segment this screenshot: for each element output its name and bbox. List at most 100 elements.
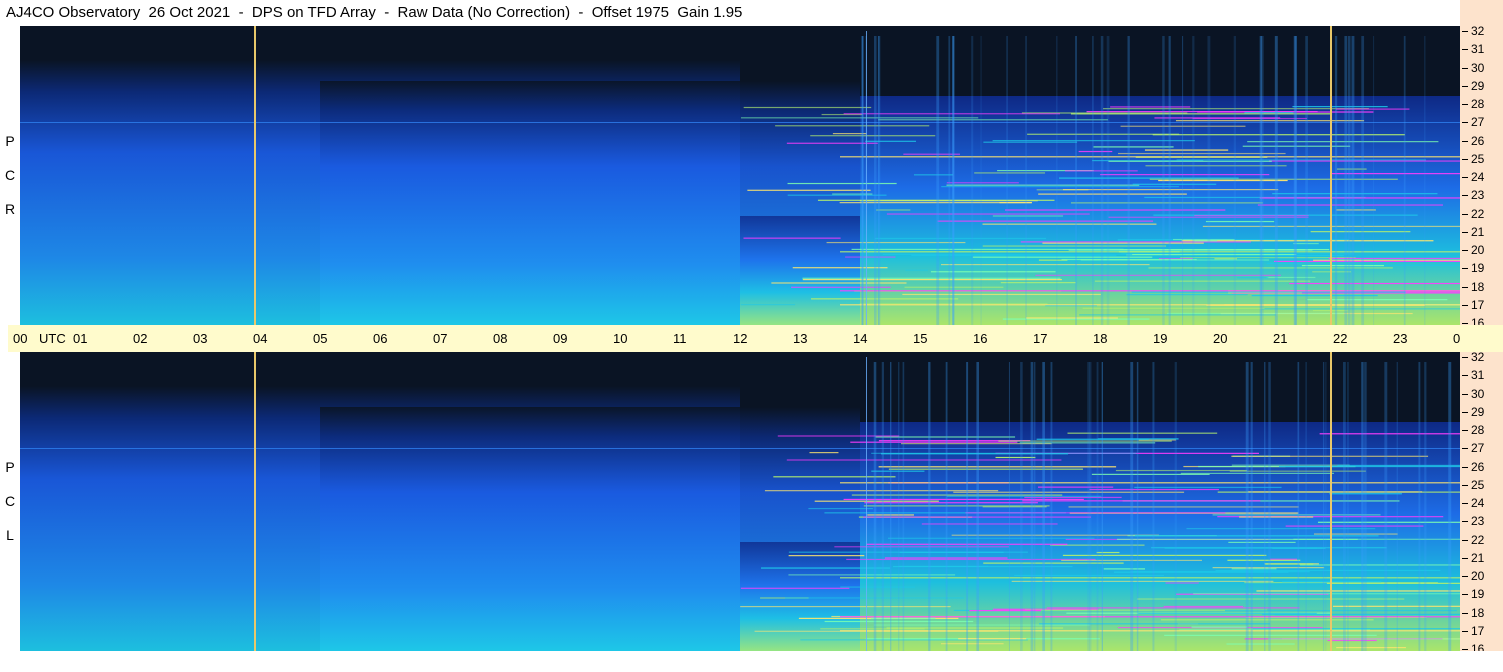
rcp-freq-tick [1462, 250, 1468, 251]
lcp-spectrogram[interactable] [20, 352, 1460, 651]
rcp-freq-label: 32 [1471, 24, 1485, 38]
rcp-freq-label: 31 [1471, 42, 1485, 57]
lcp-frequency-scale: 32 31 30 29 28 27 26 25 24 23 22 21 20 19 18 17 16 [1460, 351, 1503, 655]
rcp-freq-label: 23 [1471, 188, 1485, 203]
time-hour-label: 07 [433, 331, 448, 346]
rcp-freq-tick [1462, 140, 1468, 142]
lcp-freq-tick [1462, 448, 1468, 450]
rcp-freq-label: 27 [1471, 115, 1485, 130]
rcp-freq-label: 30 [1471, 60, 1485, 75]
time-hour-label: 06 [373, 331, 388, 346]
time-hour-label: 08 [493, 331, 508, 346]
lcp-freq-label: 19 [1471, 587, 1485, 602]
lcp-freq-tick [1462, 630, 1468, 632]
time-hour-label: 15 [913, 331, 928, 346]
lcp-freq-tick [1462, 503, 1468, 504]
time-hour-label: 03 [193, 331, 208, 346]
rcp-freq-tick [1462, 49, 1468, 51]
lcp-freq-label: 24 [1471, 496, 1485, 510]
bottom-margin [0, 651, 1503, 672]
lcp-letter-l: L [6, 527, 14, 543]
time-hour-label: 20 [1213, 331, 1228, 346]
lcp-freq-label: 26 [1471, 459, 1485, 474]
time-hour-label: 04 [253, 331, 268, 346]
rcp-frequency-scale: 32 31 30 29 28 27 26 25 24 23 22 21 20 19 18 17 16 [1460, 24, 1503, 329]
lcp-freq-tick [1462, 576, 1468, 577]
rcp-freq-tick [1462, 231, 1468, 233]
lcp-freq-tick [1462, 357, 1468, 358]
rcp-freq-tick [1462, 213, 1468, 215]
time-hour-label: 14 [853, 331, 868, 346]
lcp-spectrogram-image [20, 352, 1460, 651]
rcp-freq-label: 20 [1471, 243, 1485, 257]
time-hour-label: 19 [1153, 331, 1168, 346]
rcp-letter-p: P [5, 133, 15, 149]
time-hour-label: 11 [673, 331, 687, 346]
time-axis-end [1460, 325, 1503, 352]
rcp-freq-tick [1462, 323, 1468, 324]
lcp-freq-label: 18 [1471, 605, 1485, 620]
lcp-freq-label: 23 [1471, 514, 1485, 529]
scale-corner [1460, 0, 1503, 26]
rcp-freq-label: 29 [1471, 78, 1485, 93]
time-hour-label: 10 [613, 331, 628, 346]
rcp-freq-tick [1462, 158, 1468, 160]
rcp-freq-tick [1462, 177, 1468, 178]
lcp-freq-tick [1462, 411, 1468, 413]
time-hour-label: 23 [1393, 331, 1408, 346]
rcp-freq-tick [1462, 122, 1468, 124]
time-hour-label: 13 [793, 331, 808, 346]
rcp-freq-label: 22 [1471, 206, 1485, 221]
lcp-letter-p: P [5, 459, 15, 475]
rcp-freq-tick [1462, 195, 1468, 197]
lcp-freq-label: 22 [1471, 532, 1485, 547]
page-title: AJ4CO Observatory 26 Oct 2021 - DPS on T… [6, 4, 743, 21]
lcp-label: P C L [0, 352, 20, 651]
rcp-freq-label: 17 [1471, 297, 1485, 312]
lcp-freq-tick [1462, 649, 1468, 650]
rcp-freq-tick [1462, 67, 1468, 69]
lcp-freq-tick [1462, 430, 1468, 431]
time-hour-label: 17 [1033, 331, 1048, 346]
time-hour-label: 12 [733, 331, 748, 346]
rcp-freq-label: 19 [1471, 261, 1485, 276]
lcp-freq-tick [1462, 466, 1468, 468]
rcp-freq-label: 21 [1471, 224, 1485, 239]
lcp-freq-tick [1462, 521, 1468, 523]
lcp-freq-label: 31 [1471, 368, 1485, 383]
rcp-freq-label: 24 [1471, 170, 1485, 184]
lcp-freq-tick [1462, 484, 1468, 486]
rcp-label: P C R [0, 26, 20, 325]
rcp-spectrogram-image [20, 26, 1460, 325]
time-hour-label: 00 [13, 331, 28, 346]
time-hour-label: 01 [73, 331, 88, 346]
rcp-spectrogram[interactable] [20, 26, 1460, 325]
rcp-freq-tick [1462, 85, 1468, 87]
lcp-freq-tick [1462, 393, 1468, 395]
rcp-freq-label: 28 [1471, 97, 1485, 111]
lcp-freq-label: 30 [1471, 386, 1485, 401]
time-hour-label: 05 [313, 331, 328, 346]
rcp-freq-tick [1462, 268, 1468, 270]
time-hour-label: 21 [1273, 331, 1288, 346]
lcp-freq-label: 29 [1471, 404, 1485, 419]
time-hour-label: 22 [1333, 331, 1348, 346]
time-unit-label: UTC [39, 331, 66, 346]
time-hour-label: 02 [133, 331, 148, 346]
lcp-freq-tick [1462, 594, 1468, 596]
time-hour-label: 09 [553, 331, 568, 346]
lcp-letter-c: C [4, 493, 16, 509]
lcp-freq-label: 28 [1471, 423, 1485, 437]
time-hour-label: 16 [973, 331, 988, 346]
time-hour-label: 18 [1093, 331, 1108, 346]
lcp-freq-label: 21 [1471, 550, 1485, 565]
rcp-freq-label: 26 [1471, 133, 1485, 148]
rcp-freq-tick [1462, 286, 1468, 288]
rcp-letter-c: C [4, 167, 16, 183]
rcp-letter-r: R [4, 201, 16, 217]
lcp-freq-label: 20 [1471, 569, 1485, 583]
lcp-freq-tick [1462, 539, 1468, 541]
lcp-freq-tick [1462, 375, 1468, 377]
rcp-freq-label: 18 [1471, 279, 1485, 294]
rcp-freq-tick [1462, 31, 1468, 32]
